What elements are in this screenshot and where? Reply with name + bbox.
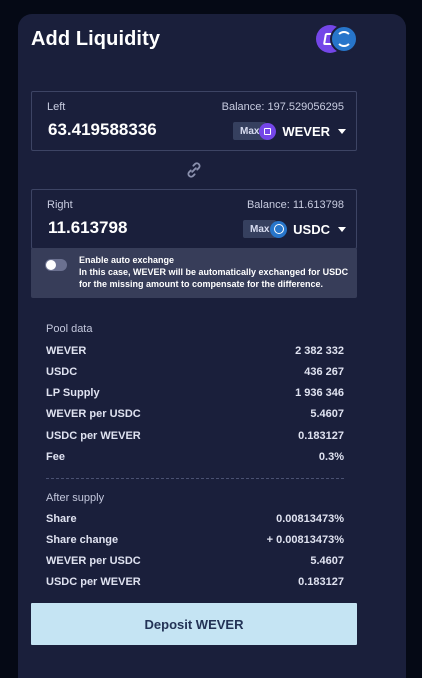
row-value: 2 382 332 [295, 345, 344, 357]
usdc-icon [270, 220, 288, 238]
chevron-down-icon [338, 128, 346, 134]
right-field-label: Right [47, 199, 73, 211]
deposit-button[interactable]: Deposit WEVER [31, 603, 357, 645]
left-token-selector[interactable]: WEVER [259, 121, 346, 141]
row-value: 0.183127 [298, 576, 344, 588]
left-field-label: Left [47, 101, 66, 113]
left-balance: Balance: 197.529056295 [221, 101, 344, 113]
right-token-selector[interactable]: USDC [270, 219, 346, 239]
after-supply-row: Share change + 0.00813473% [46, 534, 344, 548]
row-key: WEVER per USDC [46, 408, 141, 420]
page-title: Add Liquidity [31, 28, 161, 50]
auto-exchange-toggle[interactable] [45, 259, 67, 271]
row-value: 0.183127 [298, 430, 344, 442]
auto-exchange-description: In this case, WEVER will be automaticall… [79, 267, 349, 289]
row-key: USDC [46, 366, 78, 378]
left-token-label: WEVER [282, 123, 330, 139]
row-key: USDC per WEVER [46, 430, 141, 442]
after-supply-title: After supply [46, 492, 105, 504]
row-key: LP Supply [46, 387, 100, 399]
right-token-label: USDC [293, 221, 330, 237]
pool-data-row: USDC 436 267 [46, 366, 344, 380]
row-value: 5.4607 [310, 555, 344, 567]
chevron-down-icon [338, 226, 346, 232]
after-supply-row: WEVER per USDC 5.4607 [46, 555, 344, 569]
link-icon [187, 162, 201, 178]
pool-data-row: USDC per WEVER 0.183127 [46, 430, 344, 444]
section-divider [46, 478, 344, 479]
row-key: Fee [46, 451, 65, 463]
left-amount-field: Left Balance: 197.529056295 Max WEVER [31, 91, 357, 151]
row-value: + 0.00813473% [266, 534, 344, 546]
right-amount-input[interactable] [48, 218, 208, 238]
usdc-token-icon [330, 25, 358, 53]
row-key: Share change [46, 534, 119, 546]
pool-data-title: Pool data [46, 323, 93, 335]
row-key: WEVER per USDC [46, 555, 141, 567]
pool-data-row: WEVER per USDC 5.4607 [46, 408, 344, 422]
left-amount-input[interactable] [48, 120, 208, 140]
row-value: 5.4607 [310, 408, 344, 420]
pair-icon [316, 24, 360, 54]
row-key: Share [46, 513, 77, 525]
row-key: USDC per WEVER [46, 576, 141, 588]
auto-exchange-panel: Enable auto exchange In this case, WEVER… [31, 248, 357, 298]
wever-icon [259, 122, 277, 140]
row-value: 436 267 [304, 366, 344, 378]
pool-data-row: Fee 0.3% [46, 451, 344, 465]
row-value: 0.00813473% [276, 513, 344, 525]
right-amount-field: Right Balance: 11.613798 Max USDC [31, 189, 357, 249]
pool-data-row: LP Supply 1 936 346 [46, 387, 344, 401]
auto-exchange-title: Enable auto exchange [79, 255, 175, 265]
row-value: 1 936 346 [295, 387, 344, 399]
right-balance: Balance: 11.613798 [246, 199, 344, 211]
row-value: 0.3% [318, 451, 344, 463]
after-supply-row: USDC per WEVER 0.183127 [46, 576, 344, 590]
after-supply-row: Share 0.00813473% [46, 513, 344, 527]
pool-data-row: WEVER 2 382 332 [46, 345, 344, 359]
row-key: WEVER [46, 345, 87, 357]
